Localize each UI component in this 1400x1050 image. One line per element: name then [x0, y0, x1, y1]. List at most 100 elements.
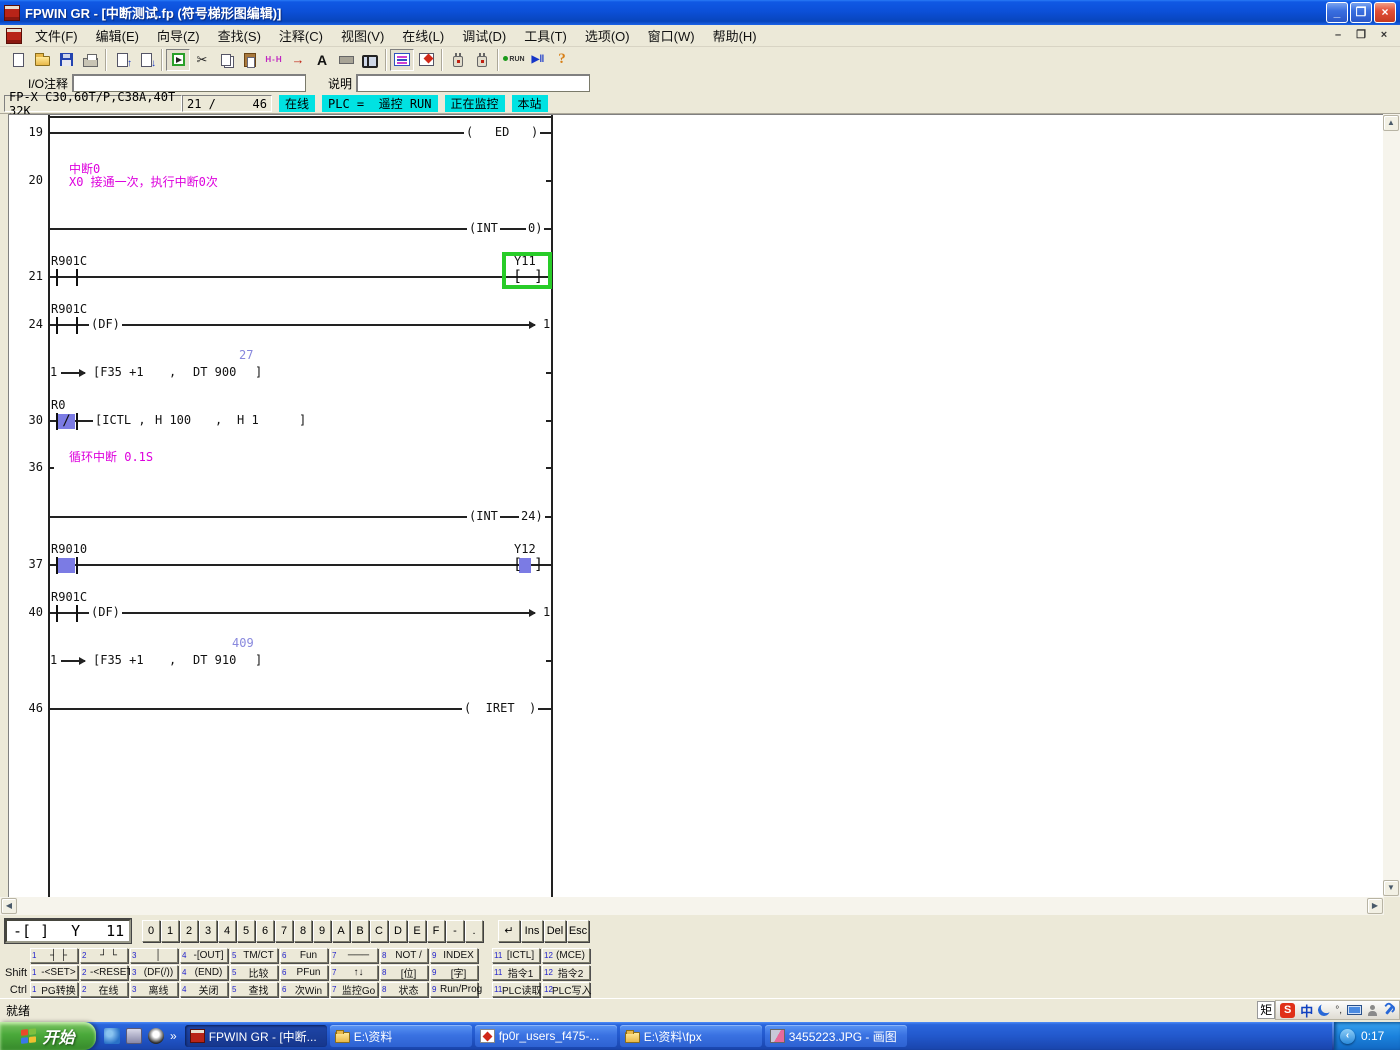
- minimize-button[interactable]: _: [1326, 2, 1348, 23]
- horizontal-scrollbar[interactable]: ◀ ▶: [0, 897, 1384, 915]
- fkey-f2-shift[interactable]: 2-<RESET>: [80, 965, 128, 980]
- key-0[interactable]: 0: [142, 920, 160, 942]
- key-ins[interactable]: Ins: [521, 920, 543, 942]
- fkey-f2[interactable]: 2┘ └: [80, 948, 128, 963]
- sogou-ime-icon[interactable]: S: [1280, 1003, 1295, 1018]
- fkey-f5-shift[interactable]: 5比较: [230, 965, 278, 980]
- ie-icon[interactable]: [104, 1028, 120, 1044]
- key-↵[interactable]: ↵: [498, 920, 520, 942]
- ime-prefix[interactable]: 矩: [1257, 1001, 1275, 1019]
- key-del[interactable]: Del: [544, 920, 566, 942]
- menu-item-5[interactable]: 注释(C): [270, 24, 332, 47]
- contact-R0[interactable]: R0/: [53, 413, 83, 430]
- find-replace-button[interactable]: H-H: [262, 49, 286, 71]
- menu-item-10[interactable]: 选项(O): [576, 24, 639, 47]
- key-D[interactable]: D: [389, 920, 407, 942]
- run-prog-toggle-button[interactable]: ▶‖: [526, 49, 550, 71]
- fkey-f11[interactable]: 11[ICTL]: [492, 948, 540, 963]
- menu-item-6[interactable]: 视图(V): [332, 24, 393, 47]
- key-4[interactable]: 4: [218, 920, 236, 942]
- menu-item-11[interactable]: 窗口(W): [639, 24, 704, 47]
- status-bar-button[interactable]: [334, 49, 358, 71]
- fkey-f12-ctrl[interactable]: 12PLC写入: [542, 982, 590, 997]
- paste-button[interactable]: [238, 49, 262, 71]
- close-button[interactable]: ×: [1374, 2, 1396, 23]
- help-button[interactable]: ?: [550, 49, 574, 71]
- tray-collapse-icon[interactable]: ‹: [1340, 1029, 1355, 1044]
- menu-item-2[interactable]: 编辑(E): [87, 24, 148, 47]
- taskbar-item-3[interactable]: fp0r_users_f475-...: [475, 1025, 617, 1047]
- fkey-f8-ctrl[interactable]: 8状态: [380, 982, 428, 997]
- fkey-f1-shift[interactable]: 1-<SET>: [30, 965, 78, 980]
- scroll-right-icon[interactable]: ▶: [1367, 898, 1383, 914]
- fkey-f3-shift[interactable]: 3(DF(/)): [130, 965, 178, 980]
- key-C[interactable]: C: [370, 920, 388, 942]
- key--[interactable]: -: [446, 920, 464, 942]
- fkey-f12[interactable]: 12(MCE): [542, 948, 590, 963]
- fkey-f8[interactable]: 8NOT /: [380, 948, 428, 963]
- fkey-f2-ctrl[interactable]: 2在线: [80, 982, 128, 997]
- user-icon[interactable]: [1367, 1005, 1378, 1016]
- fkey-f8-shift[interactable]: 8[位]: [380, 965, 428, 980]
- open-file-button[interactable]: [30, 49, 54, 71]
- find-button[interactable]: [358, 49, 382, 71]
- menu-item-1[interactable]: 文件(F): [26, 24, 87, 47]
- key-7[interactable]: 7: [275, 920, 293, 942]
- fkey-f5-ctrl[interactable]: 5查找: [230, 982, 278, 997]
- copy-button[interactable]: [214, 49, 238, 71]
- taskbar-item-4[interactable]: E:\资料\fpx: [620, 1025, 762, 1047]
- key-B[interactable]: B: [351, 920, 369, 942]
- upload-program-button[interactable]: [110, 49, 134, 71]
- fkey-f5[interactable]: 5TM/CT: [230, 948, 278, 963]
- fkey-f6[interactable]: 6Fun: [280, 948, 328, 963]
- key-A[interactable]: A: [332, 920, 350, 942]
- key-8[interactable]: 8: [294, 920, 312, 942]
- select-mode-button[interactable]: [166, 49, 190, 71]
- taskbar-item-5[interactable]: 3455223.JPG - 画图: [765, 1025, 907, 1047]
- menu-item-9[interactable]: 工具(T): [515, 24, 576, 47]
- ladder-editor[interactable]: 192021243036374046( ED )中断0X0 接通一次，执行中断0…: [8, 114, 1383, 897]
- fkey-f7[interactable]: 7───: [330, 948, 378, 963]
- fkey-f4-shift[interactable]: 4(END): [180, 965, 228, 980]
- restore-button[interactable]: ❐: [1350, 2, 1372, 23]
- start-button[interactable]: 开始: [0, 1022, 96, 1050]
- menu-item-12[interactable]: 帮助(H): [704, 24, 766, 47]
- quick-launch-more-icon[interactable]: »: [170, 1029, 177, 1043]
- punctuation-icon[interactable]: °,: [1335, 1005, 1342, 1016]
- menu-item-8[interactable]: 调试(D): [453, 24, 515, 47]
- online-plug-button[interactable]: [446, 49, 470, 71]
- contact-R9010[interactable]: R9010: [53, 557, 83, 574]
- show-desktop-icon[interactable]: [126, 1028, 142, 1044]
- mdi-minimize-button[interactable]: –: [1328, 27, 1348, 44]
- fkey-f1-ctrl[interactable]: 1PG转换: [30, 982, 78, 997]
- fkey-f6-ctrl[interactable]: 6次Win: [280, 982, 328, 997]
- menu-item-4[interactable]: 查找(S): [209, 24, 270, 47]
- jump-button[interactable]: →: [286, 49, 310, 71]
- fkey-f7-ctrl[interactable]: 7监控Go: [330, 982, 378, 997]
- mdi-close-button[interactable]: ×: [1374, 27, 1394, 44]
- key-2[interactable]: 2: [180, 920, 198, 942]
- fkey-f3-ctrl[interactable]: 3离线: [130, 982, 178, 997]
- qq-icon[interactable]: [148, 1028, 164, 1044]
- save-file-button[interactable]: [54, 49, 78, 71]
- fullmoon-shape-icon[interactable]: [1318, 1004, 1330, 1016]
- chinese-mode-icon[interactable]: 中: [1300, 1001, 1313, 1020]
- fkey-f3[interactable]: 3│: [130, 948, 178, 963]
- print-button[interactable]: [78, 49, 102, 71]
- description-input[interactable]: [356, 74, 590, 92]
- contact-R901C[interactable]: R901C: [53, 317, 83, 334]
- fkey-f9-shift[interactable]: 9[字]: [430, 965, 478, 980]
- mdi-restore-button[interactable]: ❐: [1351, 27, 1371, 44]
- settings-wrench-icon[interactable]: [1383, 1004, 1395, 1016]
- taskbar-item-2[interactable]: E:\资料: [330, 1025, 472, 1047]
- key-5[interactable]: 5: [237, 920, 255, 942]
- menu-item-7[interactable]: 在线(L): [393, 24, 453, 47]
- status-display-button[interactable]: [414, 49, 438, 71]
- instruction-input[interactable]: -[ ] Y 11: [5, 919, 131, 943]
- key-esc[interactable]: Esc: [567, 920, 589, 942]
- fkey-f12-shift[interactable]: 12指令2: [542, 965, 590, 980]
- cut-button[interactable]: ✂: [190, 49, 214, 71]
- key-1[interactable]: 1: [161, 920, 179, 942]
- key-F[interactable]: F: [427, 920, 445, 942]
- fkey-f9-ctrl[interactable]: 9Run/Prog: [430, 982, 478, 997]
